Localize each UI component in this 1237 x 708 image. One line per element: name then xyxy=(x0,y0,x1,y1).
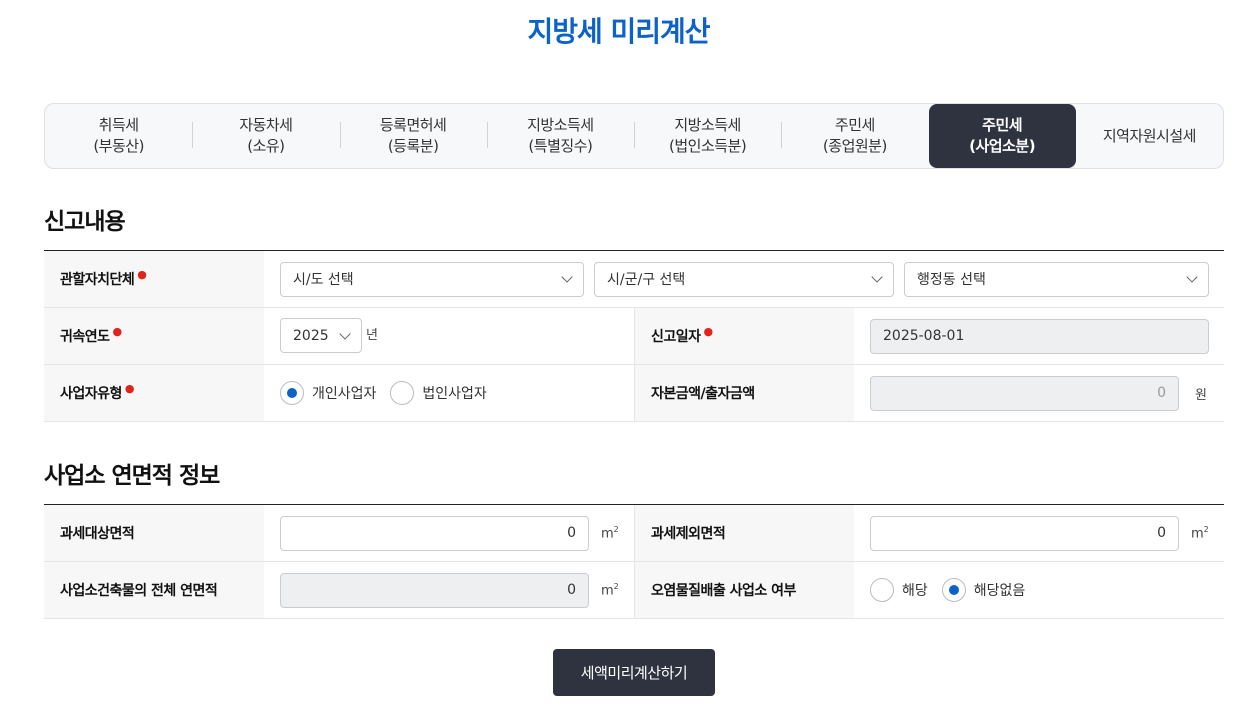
sigungu-select[interactable]: 시/군/구 선택 xyxy=(594,261,894,297)
sido-select[interactable]: 시/도 선택 xyxy=(280,261,584,297)
business-type-radio-group: 개인사업자 법인사업자 xyxy=(280,381,493,405)
taxable-area-input[interactable]: 0 xyxy=(280,515,589,551)
pollution-label: 오염물질배출 사업소 여부 xyxy=(634,562,854,618)
required-mark: ● xyxy=(137,267,147,281)
jurisdiction-row: 관할자치단체 ● 시/도 선택 시/군/구 선택 행정동 선택 xyxy=(44,251,1224,308)
required-mark: ● xyxy=(703,324,714,338)
tab-vehicle-tax[interactable]: 자동차세 (소유) xyxy=(192,104,339,168)
tab-resident-tax-employee[interactable]: 주민세 (종업원분) xyxy=(781,104,928,168)
pollution-no-radio[interactable] xyxy=(941,578,966,602)
report-form: 관할자치단체 ● 시/도 선택 시/군/구 선택 행정동 선택 귀속연도 ● 202… xyxy=(44,250,1224,422)
area-section-title: 사업소 연면적 정보 xyxy=(44,463,220,489)
calculate-tax-button[interactable]: 세액미리계산하기 xyxy=(553,649,715,696)
dong-select[interactable]: 행정동 선택 xyxy=(904,261,1209,297)
total-area-field: 0 xyxy=(280,572,589,608)
individual-business-radio[interactable] xyxy=(280,381,304,405)
business-type-row: 사업자유형 ● 개인사업자 법인사업자 자본금액/출자금액 0 원 xyxy=(44,365,1224,422)
tab-acquisition-tax[interactable]: 취득세 (부동산) xyxy=(45,104,192,168)
capital-label: 자본금액/출자금액 xyxy=(634,365,854,421)
required-mark: ● xyxy=(112,324,123,338)
tax-tabs: 취득세 (부동산) 자동차세 (소유) 등록면허세 (등록분) 지방소득세 (특별징수)… xyxy=(44,103,1224,169)
pollution-yes-radio[interactable] xyxy=(870,578,894,602)
tab-local-income-corporate[interactable]: 지방소득세 (법인소득분) xyxy=(634,104,781,168)
total-area-row: 사업소건축물의 전체 연면적 0 m2 오염물질배출 사업소 여부 해당 해당없… xyxy=(44,562,1224,619)
pollution-radio-group: 해당 해당없음 xyxy=(870,578,1031,602)
unit-square-meter: m2 xyxy=(601,581,619,599)
taxable-area-row: 과세대상면적 0 m2 과세제외면적 0 m2 xyxy=(44,505,1224,562)
capital-unit: 원 xyxy=(1195,387,1207,403)
unit-square-meter: m2 xyxy=(601,524,619,542)
report-date-label: 신고일자 ● xyxy=(634,308,854,364)
total-area-label: 사업소건축물의 전체 연면적 xyxy=(44,562,264,618)
report-date-field: 2025-08-01 xyxy=(870,318,1209,354)
chevron-down-icon xyxy=(339,327,351,340)
tab-resident-tax-business[interactable]: 주민세 (사업소분) xyxy=(928,104,1076,168)
tab-regional-resource-tax[interactable]: 지역자원시설세 xyxy=(1076,104,1223,168)
tab-registration-tax[interactable]: 등록면허세 (등록분) xyxy=(339,104,487,168)
capital-field: 0 xyxy=(870,375,1179,411)
excluded-area-input[interactable]: 0 xyxy=(870,515,1179,551)
chevron-down-icon xyxy=(1186,271,1198,283)
jurisdiction-label: 관할자치단체 ● xyxy=(44,251,264,307)
year-label: 귀속연도 ● xyxy=(44,308,264,364)
unit-square-meter: m2 xyxy=(1191,524,1209,542)
report-section-title: 신고내용 xyxy=(44,209,126,235)
required-mark: ● xyxy=(124,381,135,395)
year-unit: 년 xyxy=(366,328,378,343)
excluded-area-label: 과세제외면적 xyxy=(634,505,854,561)
year-select[interactable]: 2025 xyxy=(280,318,362,353)
corporate-business-radio[interactable] xyxy=(390,381,415,405)
page-title: 지방세 미리계산 xyxy=(527,15,710,48)
taxable-area-label: 과세대상면적 xyxy=(44,505,264,561)
area-form: 과세대상면적 0 m2 과세제외면적 0 m2 사업소건축물의 전체 연면적 0… xyxy=(44,504,1224,619)
business-type-label: 사업자유형 ● xyxy=(44,365,264,421)
year-row: 귀속연도 ● 2025 년 신고일자 ● 2025-08-01 xyxy=(44,308,1224,365)
chevron-down-icon xyxy=(561,271,573,283)
chevron-down-icon xyxy=(871,271,883,283)
tab-local-income-withholding[interactable]: 지방소득세 (특별징수) xyxy=(486,104,634,168)
